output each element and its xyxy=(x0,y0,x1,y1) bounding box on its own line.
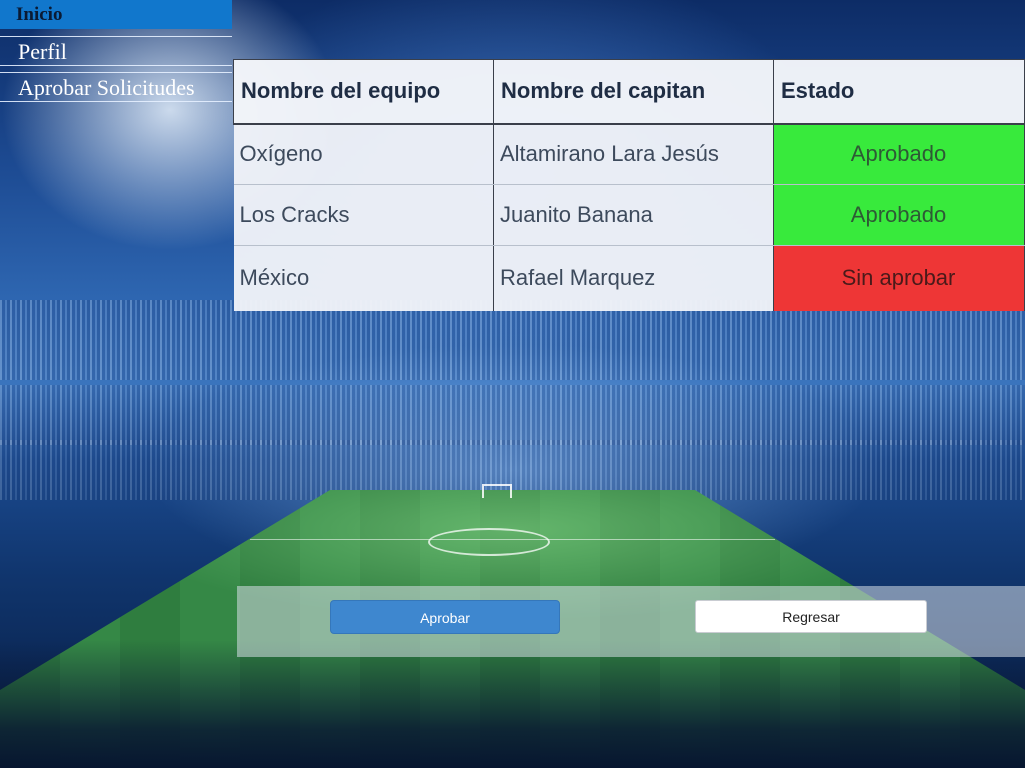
column-header-team: Nombre del equipo xyxy=(233,59,494,125)
status-badge: Aprobado xyxy=(773,184,1025,246)
status-badge: Aprobado xyxy=(773,123,1025,185)
pitch-shadow xyxy=(0,640,1025,768)
table-header-row: Nombre del equipo Nombre del capitan Est… xyxy=(233,59,1025,125)
approve-button[interactable]: Aprobar xyxy=(330,600,560,634)
captain-name-cell: Juanito Banana xyxy=(493,184,774,246)
team-name-cell: Los Cracks xyxy=(233,184,494,246)
stadium-crowd-middle xyxy=(0,385,1025,445)
column-header-status: Estado xyxy=(773,59,1025,125)
pitch-goal xyxy=(482,484,512,498)
pitch-center-circle xyxy=(428,528,550,556)
team-name-cell: México xyxy=(233,245,494,311)
back-button[interactable]: Regresar xyxy=(695,600,927,633)
table-row[interactable]: Oxígeno Altamirano Lara Jesús Aprobado xyxy=(233,123,1025,185)
column-header-captain: Nombre del capitan xyxy=(493,59,774,125)
nav-item-aprobar-solicitudes[interactable]: Aprobar Solicitudes xyxy=(0,72,232,102)
requests-table: Nombre del equipo Nombre del capitan Est… xyxy=(233,59,1025,311)
nav-item-inicio[interactable]: Inicio xyxy=(0,0,232,29)
captain-name-cell: Rafael Marquez xyxy=(493,245,774,311)
table-row[interactable]: Los Cracks Juanito Banana Aprobado xyxy=(233,184,1025,246)
table-row[interactable]: México Rafael Marquez Sin aprobar xyxy=(233,245,1025,311)
status-badge: Sin aprobar xyxy=(773,245,1025,311)
stadium-crowd-upper xyxy=(0,300,1025,380)
team-name-cell: Oxígeno xyxy=(233,123,494,185)
captain-name-cell: Altamirano Lara Jesús xyxy=(493,123,774,185)
nav-item-perfil[interactable]: Perfil xyxy=(0,36,232,66)
